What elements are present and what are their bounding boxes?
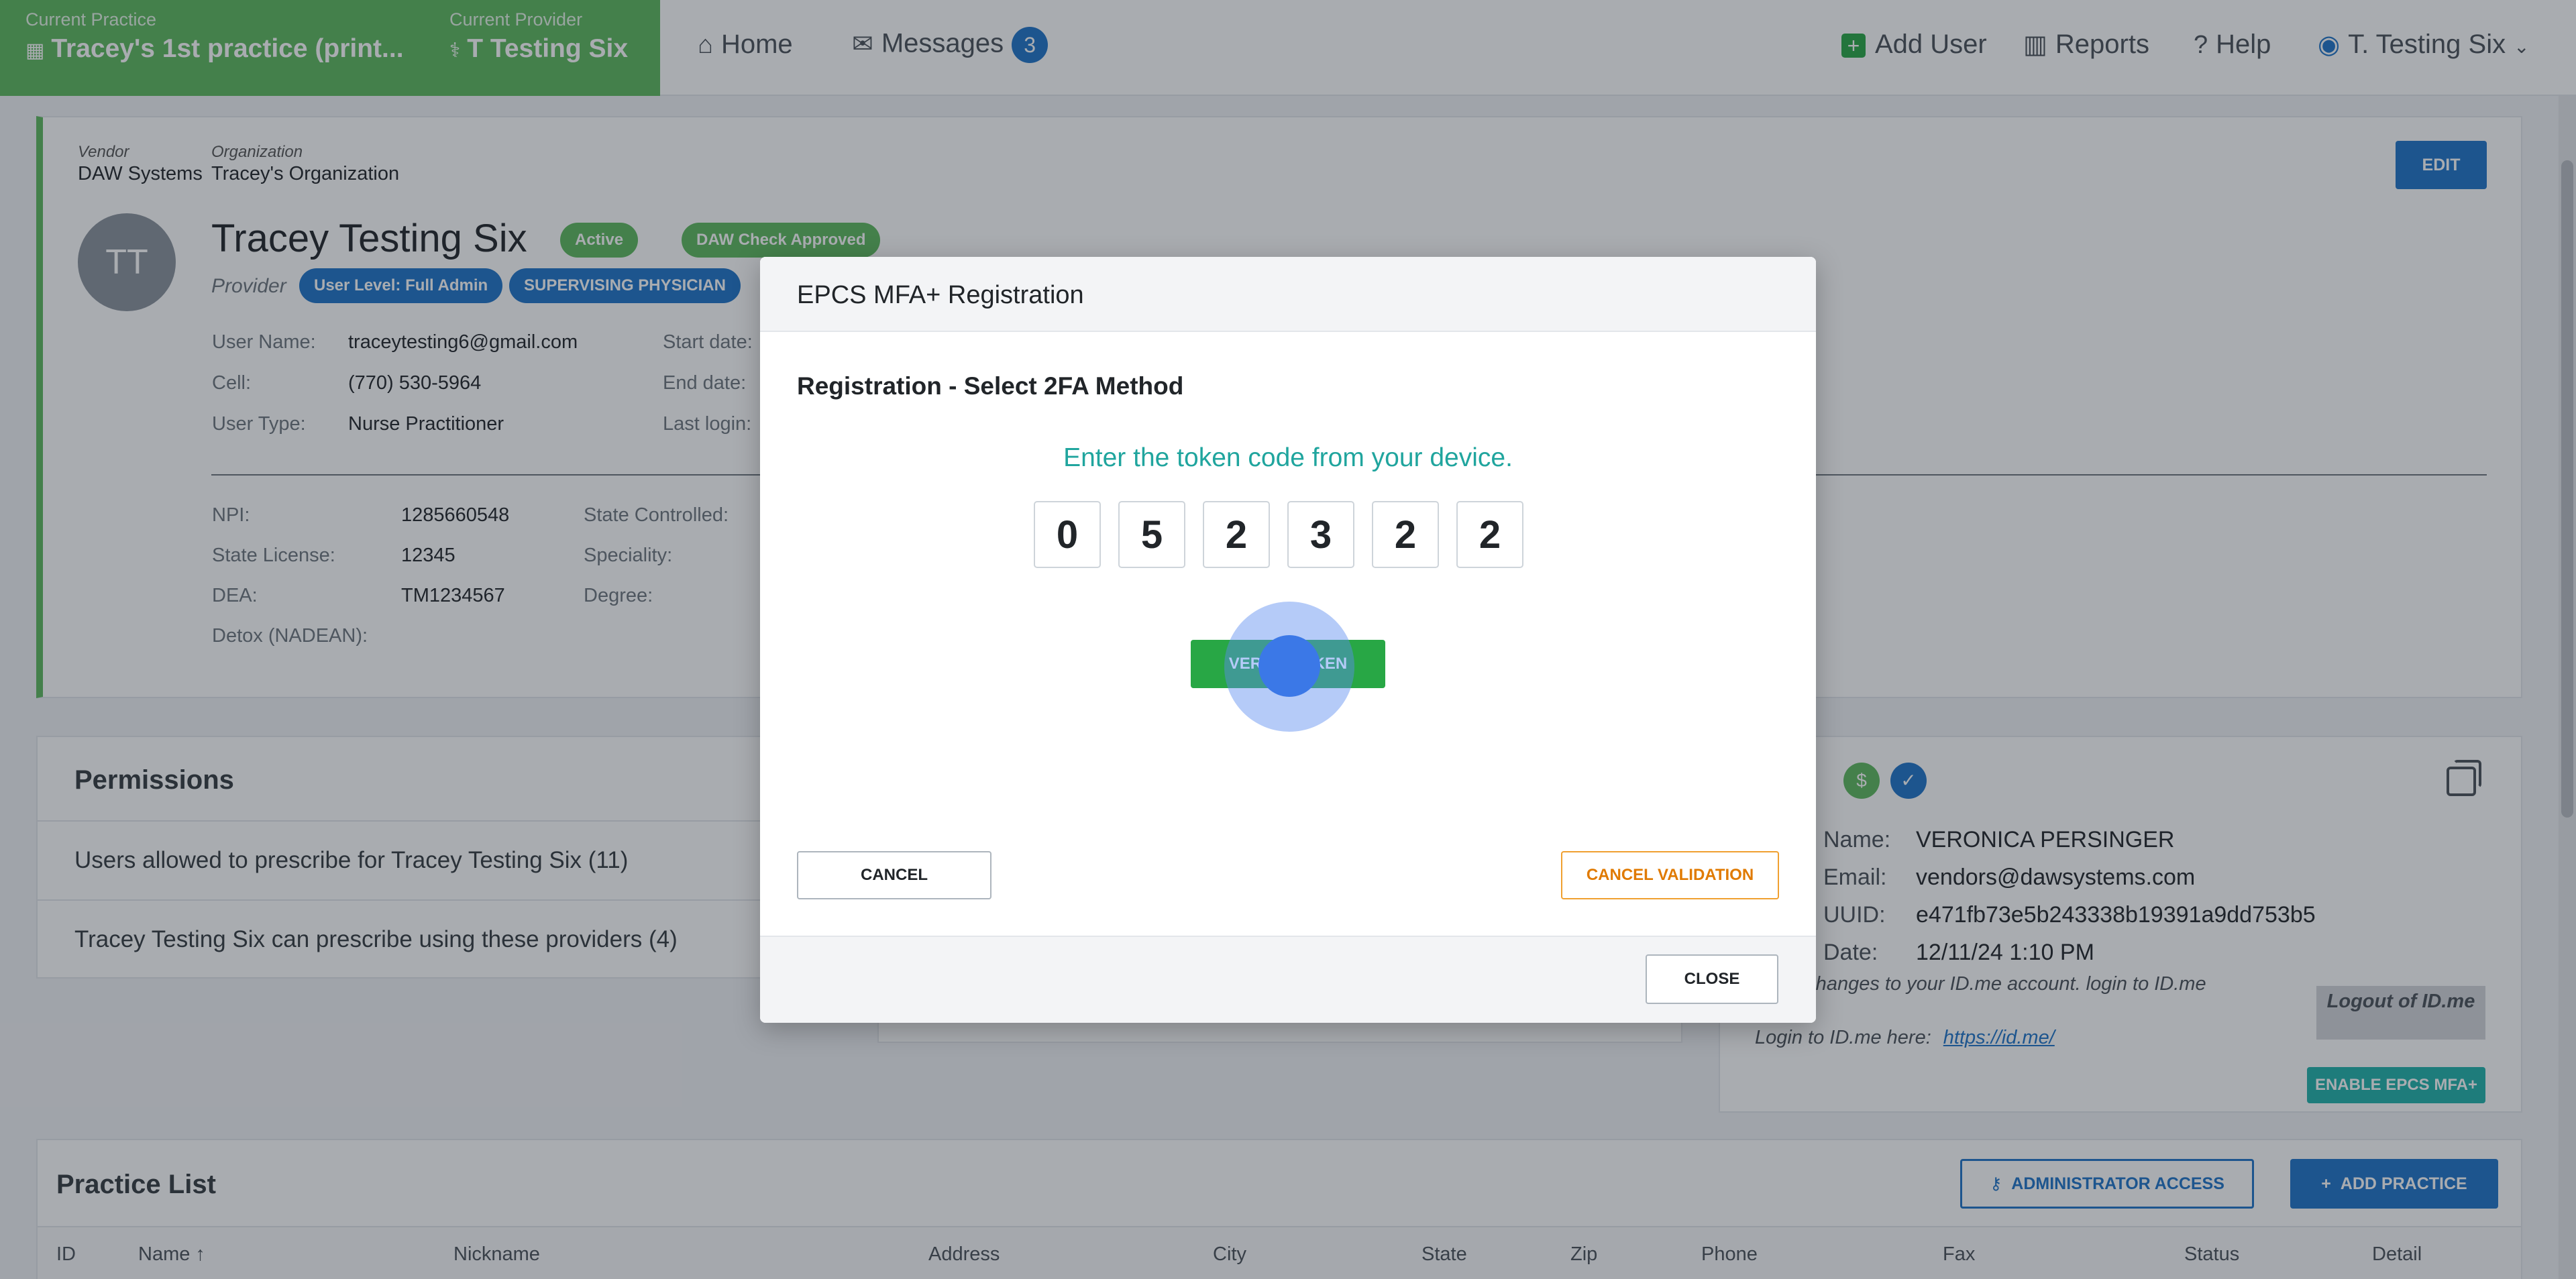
modal-header: EPCS MFA+ Registration: [760, 257, 1816, 332]
modal-footer: CLOSE: [760, 936, 1816, 1023]
page: Current Practice ▦ Tracey's 1st practice …: [0, 0, 2576, 1279]
token-prompt: Enter the token code from your device.: [1063, 443, 1513, 472]
token-digit-6[interactable]: 2: [1456, 501, 1523, 568]
cancel-validation-button[interactable]: CANCEL VALIDATION: [1561, 851, 1779, 899]
click-indicator-dot: [1258, 635, 1320, 697]
cancel-button[interactable]: CANCEL: [797, 851, 991, 899]
token-digit-2[interactable]: 5: [1118, 501, 1185, 568]
epcs-registration-modal: EPCS MFA+ Registration Registration - Se…: [760, 257, 1816, 1023]
token-digit-5[interactable]: 2: [1372, 501, 1439, 568]
token-digit-1[interactable]: 0: [1034, 501, 1101, 568]
token-digit-3[interactable]: 2: [1203, 501, 1270, 568]
token-digit-4[interactable]: 3: [1287, 501, 1354, 568]
modal-subtitle: Registration - Select 2FA Method: [797, 372, 1184, 400]
modal-title: EPCS MFA+ Registration: [797, 281, 1084, 309]
close-button[interactable]: CLOSE: [1646, 954, 1778, 1004]
